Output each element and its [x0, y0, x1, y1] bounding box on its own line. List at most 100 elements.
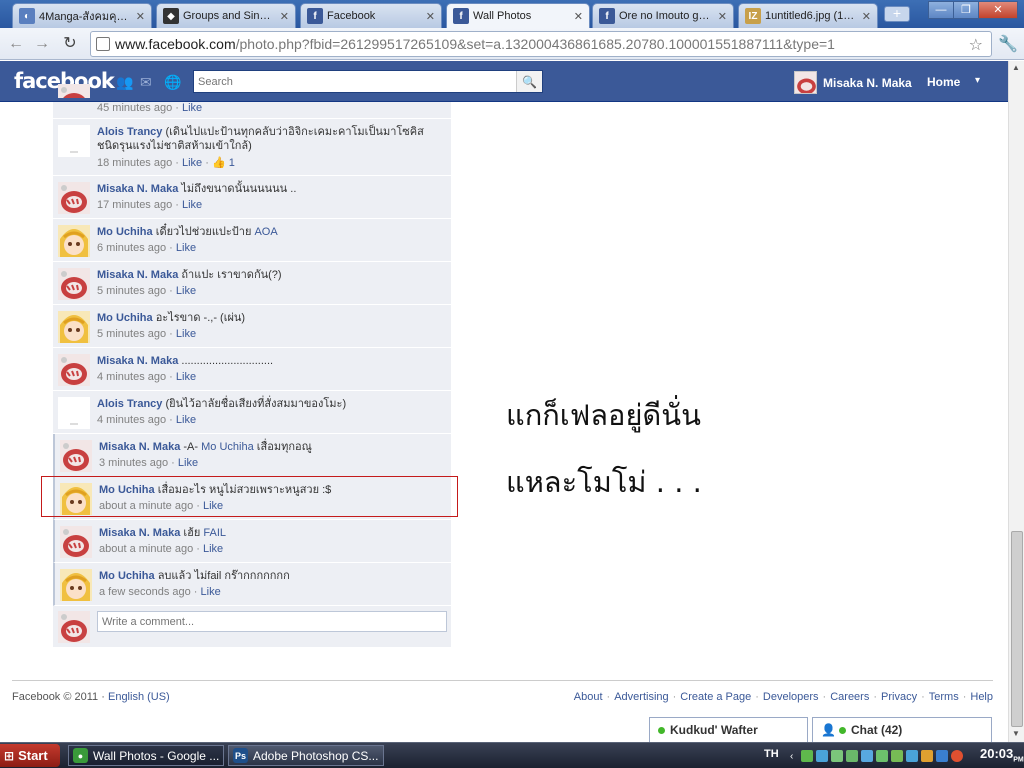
- messenger-icon[interactable]: [816, 750, 829, 762]
- like-link[interactable]: Like: [203, 543, 223, 555]
- comment-timestamp[interactable]: a few seconds ago: [99, 586, 191, 598]
- avatar[interactable]: [58, 225, 90, 257]
- start-button[interactable]: ⊞ Start: [0, 744, 60, 767]
- avatar[interactable]: [58, 84, 90, 98]
- comment-input[interactable]: [97, 611, 447, 632]
- close-tab-icon[interactable]: ✕: [136, 10, 145, 23]
- comment-author[interactable]: Misaka N. Maka: [97, 355, 178, 367]
- close-tab-icon[interactable]: ✕: [718, 10, 727, 23]
- footer-link[interactable]: Help: [970, 691, 993, 703]
- avatar[interactable]: [58, 397, 90, 429]
- like-link[interactable]: Like: [182, 157, 202, 169]
- comment-author[interactable]: Mo Uchiha: [99, 570, 155, 582]
- comment-author[interactable]: Mo Uchiha: [97, 312, 153, 324]
- comment-timestamp[interactable]: 18 minutes ago: [97, 157, 172, 169]
- scroll-thumb[interactable]: [1011, 531, 1023, 727]
- taskbar-window-button[interactable]: Ps Adobe Photoshop CS...: [228, 745, 384, 766]
- app-tray-icon[interactable]: [906, 750, 919, 762]
- comment-timestamp[interactable]: 5 minutes ago: [97, 328, 166, 340]
- notifications-globe-icon[interactable]: 🌐: [164, 74, 181, 91]
- like-link[interactable]: Like: [182, 199, 202, 211]
- comment-author[interactable]: Mo Uchiha: [97, 226, 153, 238]
- avatar[interactable]: [58, 268, 90, 300]
- wrench-menu-icon[interactable]: 🔧: [998, 34, 1018, 54]
- comment-timestamp[interactable]: about a minute ago: [99, 543, 193, 555]
- footer-link[interactable]: Careers: [830, 691, 869, 703]
- network-icon[interactable]: [801, 750, 814, 762]
- browser-tab[interactable]: f Wall Photos ✕: [446, 3, 590, 28]
- footer-link[interactable]: Privacy: [881, 691, 917, 703]
- comment-timestamp[interactable]: 5 minutes ago: [97, 285, 166, 297]
- scroll-up-icon[interactable]: ▲: [1012, 63, 1020, 72]
- comment-mention-link[interactable]: AOA: [254, 226, 277, 238]
- page-scrollbar[interactable]: ▲ ▼: [1008, 61, 1024, 742]
- clock[interactable]: 20:03PM: [980, 746, 1024, 764]
- avatar[interactable]: [58, 354, 90, 386]
- avatar[interactable]: [58, 125, 90, 157]
- chat-sidebar-button[interactable]: 👤 Chat (42): [812, 717, 992, 742]
- language-indicator[interactable]: TH: [764, 748, 779, 760]
- comment-author[interactable]: Misaka N. Maka: [97, 269, 178, 281]
- thumbs-up-icon[interactable]: 👍: [212, 157, 226, 169]
- close-tab-icon[interactable]: ✕: [280, 10, 289, 23]
- like-link[interactable]: Like: [182, 102, 202, 114]
- language-link[interactable]: English (US): [108, 691, 170, 703]
- messages-icon[interactable]: ✉: [140, 74, 152, 91]
- app-tray-icon[interactable]: [861, 750, 874, 762]
- app-tray-icon[interactable]: [846, 750, 859, 762]
- security-shield-icon[interactable]: [921, 750, 934, 762]
- browser-tab[interactable]: f Facebook ✕: [300, 3, 442, 28]
- avatar[interactable]: [60, 569, 92, 601]
- forward-button[interactable]: →: [32, 34, 52, 54]
- avatar[interactable]: [60, 526, 92, 558]
- footer-link[interactable]: Terms: [929, 691, 959, 703]
- search-button[interactable]: 🔍: [516, 71, 542, 92]
- scroll-down-icon[interactable]: ▼: [1012, 729, 1020, 738]
- like-count[interactable]: 1: [229, 157, 235, 169]
- like-link[interactable]: Like: [176, 371, 196, 383]
- home-link[interactable]: Home: [927, 75, 960, 89]
- close-tab-icon[interactable]: ✕: [426, 10, 435, 23]
- comment-author[interactable]: Misaka N. Maka: [99, 441, 180, 453]
- close-tab-icon[interactable]: ✕: [862, 10, 871, 23]
- footer-link[interactable]: Advertising: [614, 691, 668, 703]
- comment-author[interactable]: Alois Trancy: [97, 398, 162, 410]
- account-dropdown-icon[interactable]: ▾: [975, 75, 980, 86]
- like-link[interactable]: Like: [176, 328, 196, 340]
- browser-tab[interactable]: f Ore no Imouto ga Ko ✕: [592, 3, 734, 28]
- like-link[interactable]: Like: [176, 242, 196, 254]
- app-tray-icon[interactable]: [831, 750, 844, 762]
- browser-tab[interactable]: ◆ Groups and Singers ✕: [156, 3, 296, 28]
- friend-requests-icon[interactable]: 👥: [116, 74, 133, 91]
- footer-link[interactable]: Developers: [763, 691, 819, 703]
- app-tray-icon[interactable]: [891, 750, 904, 762]
- close-tab-icon[interactable]: ✕: [574, 10, 583, 23]
- footer-link[interactable]: About: [574, 691, 603, 703]
- comment-mention-link[interactable]: Mo Uchiha: [201, 441, 254, 453]
- close-window-button[interactable]: ✕: [978, 1, 1018, 19]
- comment-timestamp[interactable]: 17 minutes ago: [97, 199, 172, 211]
- bookmark-star-icon[interactable]: ☆: [969, 35, 983, 55]
- tray-expand-icon[interactable]: ‹: [790, 751, 793, 762]
- like-link[interactable]: Like: [178, 457, 198, 469]
- browser-tab[interactable]: IZ 1untitled6.jpg (1024 ✕: [738, 3, 878, 28]
- volume-icon[interactable]: [936, 750, 949, 762]
- like-link[interactable]: Like: [201, 586, 221, 598]
- like-link[interactable]: Like: [176, 285, 196, 297]
- comment-author[interactable]: Misaka N. Maka: [97, 183, 178, 195]
- search-input[interactable]: [194, 71, 516, 92]
- back-button[interactable]: ←: [6, 34, 26, 54]
- alert-icon[interactable]: [951, 750, 964, 762]
- chat-tab-friend[interactable]: Kudkud' Wafter: [649, 717, 808, 742]
- comment-author[interactable]: Misaka N. Maka: [99, 527, 180, 539]
- comment-timestamp[interactable]: 6 minutes ago: [97, 242, 166, 254]
- profile-link[interactable]: Misaka N. Maka: [794, 71, 912, 94]
- comment-timestamp[interactable]: 4 minutes ago: [97, 371, 166, 383]
- reload-button[interactable]: ↻: [60, 34, 80, 54]
- comment-timestamp[interactable]: 45 minutes ago: [97, 102, 172, 114]
- comment-timestamp[interactable]: 3 minutes ago: [99, 457, 168, 469]
- like-link[interactable]: Like: [176, 414, 196, 426]
- comment-author[interactable]: Alois Trancy: [97, 126, 162, 138]
- app-tray-icon[interactable]: [876, 750, 889, 762]
- avatar[interactable]: [58, 182, 90, 214]
